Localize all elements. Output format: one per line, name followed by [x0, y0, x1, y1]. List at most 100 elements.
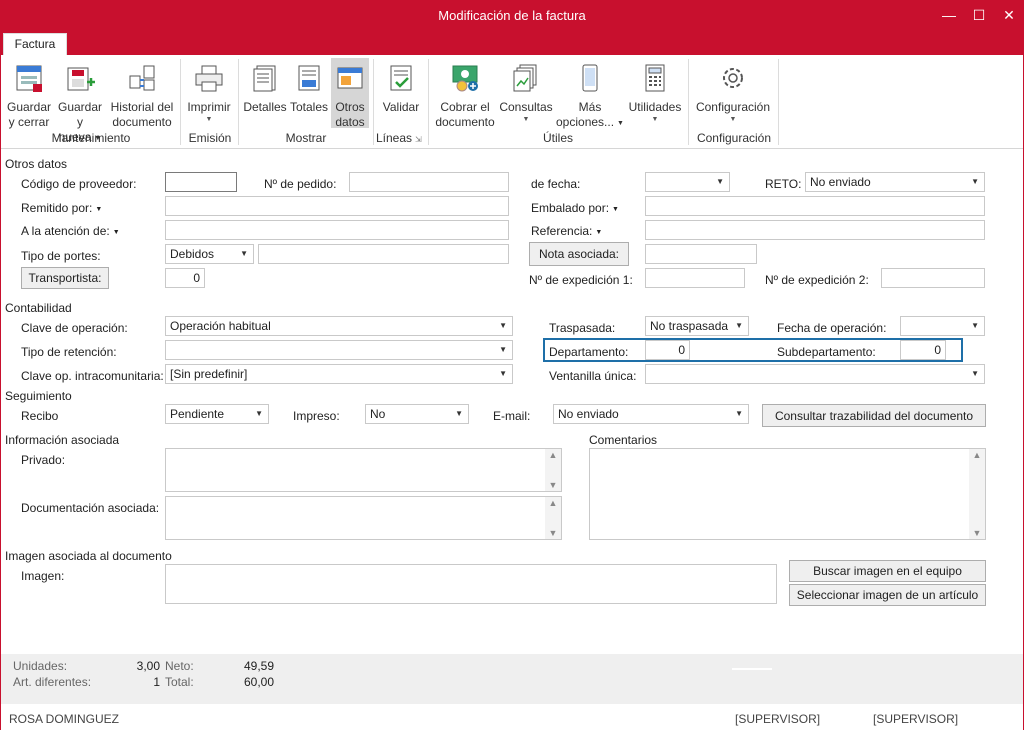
- print-button[interactable]: Imprimir ▼: [185, 58, 233, 125]
- reto-label: RETO:: [765, 177, 802, 191]
- reference-label[interactable]: Referencia: ▼: [531, 224, 602, 238]
- packed-by-input[interactable]: [645, 196, 985, 216]
- scroll-down-icon[interactable]: ▼: [969, 528, 985, 538]
- role-2: [SUPERVISOR]: [873, 712, 959, 726]
- image-box[interactable]: [165, 564, 777, 604]
- utilities-button[interactable]: Utilidades ▼: [626, 58, 684, 125]
- scroll-up-icon[interactable]: ▲: [545, 450, 561, 460]
- scroll-up-icon[interactable]: ▲: [969, 450, 985, 460]
- subdepartment-input[interactable]: 0: [900, 340, 946, 360]
- single-window-select[interactable]: ▼: [645, 364, 985, 384]
- configuration-button[interactable]: Configuración ▼: [693, 58, 773, 125]
- queries-button[interactable]: Consultas ▼: [499, 58, 553, 125]
- expedition-1-input[interactable]: [645, 268, 745, 288]
- operation-key-label: Clave de operación:: [21, 321, 128, 335]
- save-close-label-2: y cerrar: [8, 115, 50, 129]
- email-select[interactable]: No enviado ▼: [553, 404, 749, 424]
- printer-icon: [195, 65, 223, 92]
- validate-icon: [390, 65, 412, 91]
- scroll-down-icon[interactable]: ▼: [545, 528, 561, 538]
- totals-button[interactable]: Totales: [289, 58, 329, 115]
- totals-footer: Unidades: 3,00 Art. diferentes: 1 Neto: …: [0, 654, 1024, 704]
- order-date-label: de fecha:: [531, 177, 581, 191]
- scrollbar[interactable]: ▲ ▼: [545, 497, 561, 539]
- units-label: Unidades:: [13, 659, 68, 673]
- attention-input[interactable]: [165, 220, 509, 240]
- dialog-launcher-icon[interactable]: ⇲: [415, 135, 422, 144]
- details-icon: [253, 65, 276, 92]
- expedition-2-label: Nº de expedición 2:: [765, 273, 869, 287]
- chevron-down-icon: ▼: [112, 229, 120, 236]
- private-textarea[interactable]: ▲ ▼: [165, 448, 562, 492]
- department-input[interactable]: 0: [645, 340, 690, 360]
- intracommunity-key-select[interactable]: [Sin predefinir] ▼: [165, 364, 513, 384]
- minimize-button[interactable]: —: [937, 4, 961, 26]
- carrier-input[interactable]: 0: [165, 268, 205, 288]
- single-window-label: Ventanilla única:: [549, 369, 637, 383]
- scroll-up-icon[interactable]: ▲: [545, 498, 561, 508]
- documentation-textarea[interactable]: ▲ ▼: [165, 496, 562, 540]
- chevron-down-icon: ▼: [651, 116, 659, 123]
- more-options-label-1: Más: [578, 100, 602, 114]
- scrollbar[interactable]: ▲ ▼: [545, 449, 561, 491]
- chevron-down-icon: ▼: [499, 369, 507, 378]
- scrollbar[interactable]: ▲ ▼: [969, 449, 985, 539]
- details-button[interactable]: Detalles: [243, 58, 287, 115]
- print-label: Imprimir: [187, 100, 231, 114]
- reto-select[interactable]: No enviado ▼: [805, 172, 985, 192]
- traceability-button[interactable]: Consultar trazabilidad del documento: [762, 404, 986, 427]
- history-button[interactable]: Historial del documento: [108, 58, 176, 130]
- chevron-down-icon: ▼: [522, 116, 530, 123]
- browse-image-button[interactable]: Buscar imagen en el equipo: [789, 560, 986, 582]
- carrier-button[interactable]: Transportista:: [21, 267, 109, 289]
- window-title: Modificación de la factura: [438, 8, 586, 23]
- operation-key-select[interactable]: Operación habitual ▼: [165, 316, 513, 336]
- supplier-code-label: Código de proveedor:: [21, 177, 137, 191]
- order-number-input[interactable]: [349, 172, 509, 192]
- maximize-button[interactable]: ☐: [967, 4, 991, 26]
- shipping-type-extra-input[interactable]: [258, 244, 509, 264]
- chevron-down-icon: ▼: [499, 321, 507, 330]
- close-button[interactable]: ✕: [997, 4, 1021, 26]
- scroll-down-icon[interactable]: ▼: [545, 480, 561, 490]
- other-data-button[interactable]: Otros datos: [331, 58, 369, 129]
- linked-note-input[interactable]: [645, 244, 757, 264]
- collect-icon: [452, 65, 478, 92]
- packed-by-label[interactable]: Embalado por: ▼: [531, 201, 619, 215]
- attention-label[interactable]: A la atención de: ▼: [21, 224, 120, 238]
- validate-button[interactable]: Validar: [378, 58, 424, 115]
- remitted-by-input[interactable]: [165, 196, 509, 216]
- email-label: E-mail:: [493, 409, 531, 423]
- order-number-label: Nº de pedido:: [264, 177, 337, 191]
- tab-factura[interactable]: Factura: [3, 33, 67, 55]
- expedition-1-label: Nº de expedición 1:: [529, 273, 633, 287]
- chevron-down-icon: ▼: [716, 177, 724, 186]
- operation-key-value: Operación habitual: [170, 319, 271, 333]
- totals-icon: [298, 65, 320, 91]
- distinct-items-value: 1: [153, 675, 160, 689]
- select-article-image-button[interactable]: Seleccionar imagen de un artículo: [789, 584, 986, 606]
- utilities-label: Utilidades: [628, 100, 682, 114]
- comments-textarea[interactable]: ▲ ▼: [589, 448, 986, 540]
- collect-button[interactable]: Cobrar el documento: [433, 58, 497, 130]
- remitted-by-label[interactable]: Remitido por: ▼: [21, 201, 102, 215]
- shipping-type-select[interactable]: Debidos ▼: [165, 244, 254, 264]
- withholding-type-select[interactable]: ▼: [165, 340, 513, 360]
- operation-date-picker[interactable]: ▼: [900, 316, 985, 336]
- receipt-value: Pendiente: [170, 407, 225, 421]
- ribbon-tab-row: Factura: [0, 31, 1024, 55]
- printed-select[interactable]: No ▼: [365, 404, 469, 424]
- collect-label-1: Cobrar el: [440, 100, 490, 114]
- save-close-button[interactable]: Guardar y cerrar: [5, 58, 53, 130]
- save-close-label-1: Guardar: [6, 100, 52, 114]
- order-date-picker[interactable]: ▼: [645, 172, 730, 192]
- supplier-code-input[interactable]: [165, 172, 237, 192]
- reference-input[interactable]: [645, 220, 985, 240]
- receipt-select[interactable]: Pendiente ▼: [165, 404, 269, 424]
- printed-value: No: [370, 407, 386, 421]
- linked-note-button[interactable]: Nota asociada:: [529, 242, 629, 266]
- transferred-select[interactable]: No traspasada ▼: [645, 316, 749, 336]
- more-options-button[interactable]: Más opciones... ▼: [556, 58, 624, 131]
- expedition-2-input[interactable]: [881, 268, 985, 288]
- chevron-down-icon: ▼: [729, 116, 737, 123]
